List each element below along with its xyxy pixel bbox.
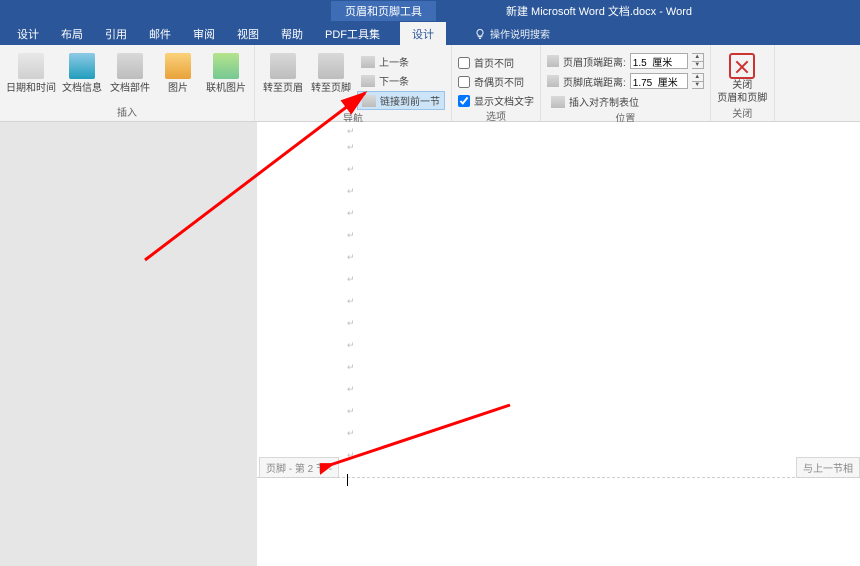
first-page-checkbox-input[interactable] <box>458 57 470 69</box>
ribbon-body: 日期和时间 文档信息 文档部件 图片 联机图片 插入 转至页眉 转至页脚 上一条… <box>0 45 860 122</box>
next-section-button[interactable]: 下一条 <box>357 72 445 89</box>
group-options: 首页不同 奇偶页不同 显示文档文字 选项 <box>452 45 541 121</box>
footer-bottom-label: 页脚底端距离: <box>563 74 626 89</box>
picture-icon <box>165 53 191 79</box>
tab-help[interactable]: 帮助 <box>279 22 305 46</box>
group-close-label: 关闭 <box>717 105 768 122</box>
show-text-checkbox-input[interactable] <box>458 95 470 107</box>
tab-layout[interactable]: 布局 <box>59 22 85 46</box>
link-prev-icon <box>362 95 376 107</box>
header-top-input[interactable] <box>630 53 688 69</box>
document-margin-left <box>0 122 257 566</box>
tell-me-label: 操作说明搜索 <box>490 26 550 41</box>
align-tab-icon <box>551 96 565 108</box>
goto-header-label: 转至页眉 <box>263 82 303 95</box>
odd-even-different-checkbox[interactable]: 奇偶页不同 <box>458 74 534 89</box>
datetime-button[interactable]: 日期和时间 <box>6 49 56 95</box>
next-label: 下一条 <box>379 73 409 88</box>
first-page-different-checkbox[interactable]: 首页不同 <box>458 55 534 70</box>
document-page[interactable]: ↵↵↵↵ ↵↵↵↵ ↵↵↵↵ ↵↵↵↵ <box>257 122 860 566</box>
goto-footer-icon <box>318 53 344 79</box>
spinner-down-icon[interactable]: ▼ <box>692 82 703 89</box>
same-as-previous-tag: 与上一节相 <box>796 457 860 478</box>
tab-view[interactable]: 视图 <box>235 22 261 46</box>
docparts-icon <box>117 53 143 79</box>
datetime-label: 日期和时间 <box>6 82 56 95</box>
footer-bottom-spinner[interactable]: ▲▼ <box>692 73 704 89</box>
prev-label: 上一条 <box>379 54 409 69</box>
group-close: 关闭 页眉和页脚 关闭 <box>711 45 775 121</box>
online-picture-button[interactable]: 联机图片 <box>204 49 248 95</box>
previous-section-button[interactable]: 上一条 <box>357 53 445 70</box>
tab-mailings[interactable]: 邮件 <box>147 22 173 46</box>
footer-section-tag: 页脚 - 第 2 节 - <box>259 457 339 478</box>
link-to-previous-button[interactable]: 链接到前一节 <box>357 91 445 110</box>
picture-label: 图片 <box>168 82 188 95</box>
picture-button[interactable]: 图片 <box>156 49 200 95</box>
goto-header-icon <box>270 53 296 79</box>
odd-even-label: 奇偶页不同 <box>474 74 524 89</box>
tell-me-search[interactable]: 操作说明搜索 <box>474 26 550 41</box>
title-bar: 页眉和页脚工具 新建 Microsoft Word 文档.docx - Word <box>0 0 860 22</box>
spinner-up-icon[interactable]: ▲ <box>692 74 703 82</box>
header-top-icon <box>547 55 559 67</box>
context-tab-title: 页眉和页脚工具 <box>331 1 436 21</box>
document-title: 新建 Microsoft Word 文档.docx - Word <box>506 3 692 19</box>
close-header-footer-button[interactable]: 关闭 页眉和页脚 <box>717 49 767 105</box>
ribbon-tabs: 设计 布局 引用 邮件 审阅 视图 帮助 PDF工具集 设计 操作说明搜索 <box>0 22 860 45</box>
online-picture-label: 联机图片 <box>206 82 246 95</box>
datetime-icon <box>18 53 44 79</box>
tab-header-footer-design[interactable]: 设计 <box>400 22 446 46</box>
show-document-text-checkbox[interactable]: 显示文档文字 <box>458 93 534 108</box>
goto-header-button[interactable]: 转至页眉 <box>261 49 305 95</box>
docinfo-label: 文档信息 <box>62 82 102 95</box>
goto-footer-label: 转至页脚 <box>311 82 351 95</box>
group-insert-label: 插入 <box>6 104 248 121</box>
footer-bottom-input[interactable] <box>630 73 688 89</box>
group-position: 页眉顶端距离: ▲▼ 页脚底端距离: ▲▼ 插入对齐制表位 位置 <box>541 45 711 121</box>
tab-pdf-tools[interactable]: PDF工具集 <box>323 22 382 46</box>
docparts-label: 文档部件 <box>110 82 150 95</box>
link-prev-label: 链接到前一节 <box>380 93 440 108</box>
insert-alignment-tab-button[interactable]: 插入对齐制表位 <box>547 93 704 110</box>
online-picture-icon <box>213 53 239 79</box>
lightbulb-icon <box>474 28 486 40</box>
docinfo-button[interactable]: 文档信息 <box>60 49 104 95</box>
tab-review[interactable]: 审阅 <box>191 22 217 46</box>
next-icon <box>361 75 375 87</box>
footer-bottom-icon <box>547 75 559 87</box>
goto-footer-button[interactable]: 转至页脚 <box>309 49 353 95</box>
close-icon <box>729 53 755 79</box>
spinner-up-icon[interactable]: ▲ <box>692 54 703 62</box>
align-tab-label: 插入对齐制表位 <box>569 94 639 109</box>
footer-bottom-distance-row: 页脚底端距离: ▲▼ <box>547 73 704 89</box>
prev-icon <box>361 56 375 68</box>
docparts-button[interactable]: 文档部件 <box>108 49 152 95</box>
header-top-spinner[interactable]: ▲▼ <box>692 53 704 69</box>
header-top-label: 页眉顶端距离: <box>563 54 626 69</box>
text-cursor <box>347 474 348 486</box>
show-text-label: 显示文档文字 <box>474 93 534 108</box>
close-label: 关闭 页眉和页脚 <box>717 79 767 105</box>
group-insert: 日期和时间 文档信息 文档部件 图片 联机图片 插入 <box>0 45 255 121</box>
tab-references[interactable]: 引用 <box>103 22 129 46</box>
document-area[interactable]: ↵↵↵↵ ↵↵↵↵ ↵↵↵↵ ↵↵↵↵ <box>0 122 860 566</box>
spinner-down-icon[interactable]: ▼ <box>692 62 703 69</box>
group-navigation: 转至页眉 转至页脚 上一条 下一条 链接到前一节 导航 <box>255 45 452 121</box>
first-page-label: 首页不同 <box>474 55 514 70</box>
tab-design-1[interactable]: 设计 <box>15 22 41 46</box>
docinfo-icon <box>69 53 95 79</box>
odd-even-checkbox-input[interactable] <box>458 76 470 88</box>
header-top-distance-row: 页眉顶端距离: ▲▼ <box>547 53 704 69</box>
